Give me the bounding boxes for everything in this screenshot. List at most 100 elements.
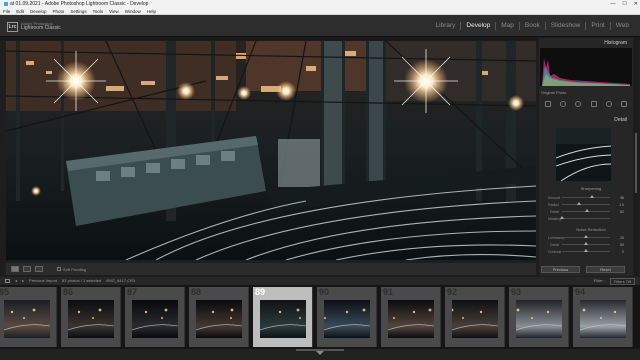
thumbnail-image — [580, 300, 626, 338]
filmstrip-thumbnail[interactable]: 90 — [317, 287, 377, 347]
spot-removal-icon[interactable] — [559, 101, 566, 107]
filmstrip-thumbnail[interactable]: 86 — [61, 287, 121, 347]
module-slideshow[interactable]: Slideshow — [546, 22, 587, 30]
noise-slider[interactable] — [562, 249, 610, 252]
module-develop[interactable]: Develop — [461, 22, 497, 30]
filmstrip-thumbnail[interactable]: 91 — [381, 287, 441, 347]
filmstrip-thumbnail[interactable]: 92 — [445, 287, 505, 347]
crop-tool-icon[interactable] — [544, 101, 551, 107]
filmstrip-thumbnail[interactable]: 93 — [509, 287, 569, 347]
filmstrip-source[interactable]: Previous Import — [29, 277, 57, 285]
filmstrip-thumbnail[interactable]: 88 — [189, 287, 249, 347]
menu-view[interactable]: View — [109, 8, 119, 14]
sharpening-value[interactable]: 52 — [610, 210, 624, 214]
menu-help[interactable]: Help — [147, 8, 156, 14]
sharpening-value[interactable]: 96 — [610, 196, 624, 200]
soft-proofing-label: Soft Proofing — [63, 266, 87, 272]
histogram-header[interactable]: Histogram — [539, 39, 633, 47]
main-photo-view[interactable] — [6, 41, 536, 260]
develop-toolbar: Soft Proofing — [6, 263, 536, 275]
sharpening-row[interactable]: Radius 1.0 — [548, 202, 628, 207]
module-library[interactable]: Library — [431, 22, 462, 30]
red-eye-icon[interactable] — [575, 101, 582, 107]
sharpening-slider[interactable] — [560, 216, 610, 219]
module-web[interactable]: Web — [611, 22, 634, 30]
minimize-button[interactable]: — — [610, 0, 615, 8]
window-controls: — ☐ ✕ — [610, 0, 638, 8]
filmstrip-thumbnail[interactable]: 85 — [0, 287, 57, 347]
bottom-panel-toggle[interactable] — [0, 349, 640, 360]
soft-proofing-checkbox[interactable] — [57, 267, 61, 272]
radial-filter-icon[interactable] — [605, 101, 612, 107]
slider-knob[interactable] — [590, 195, 595, 198]
noise-value[interactable]: 50 — [610, 243, 624, 247]
thumbnail-index: 86 — [63, 287, 74, 297]
thumbnail-index: 89 — [255, 287, 266, 297]
sharpening-row[interactable]: Amount 96 — [548, 195, 628, 200]
nav-forward-icon[interactable]: ▸ — [22, 277, 24, 285]
menu-file[interactable]: File — [3, 8, 10, 14]
maximize-button[interactable]: ☐ — [622, 0, 626, 8]
sharpening-slider[interactable] — [562, 195, 610, 198]
collapse-arrow-icon[interactable] — [316, 351, 324, 355]
brand-text: Adobe Photoshop Lightroom Classic — [21, 21, 61, 31]
right-panel-scrollbar[interactable] — [634, 38, 638, 276]
slider-knob[interactable] — [584, 249, 588, 252]
slider-knob[interactable] — [584, 209, 589, 212]
module-map[interactable]: Map — [496, 22, 520, 30]
thumbnail-index: 85 — [0, 287, 10, 297]
slider-knob[interactable] — [584, 242, 588, 245]
grid-view-icon[interactable] — [5, 279, 10, 283]
menu-settings[interactable]: Settings — [70, 8, 86, 14]
soft-proofing-toggle[interactable]: Soft Proofing — [57, 267, 86, 272]
module-book[interactable]: Book — [520, 22, 546, 30]
loupe-view-icon[interactable] — [11, 266, 19, 272]
reset-button[interactable]: Reset — [586, 266, 625, 273]
noise-slider[interactable] — [562, 242, 610, 245]
detail-header[interactable]: Detail — [539, 116, 633, 124]
slider-knob[interactable] — [584, 235, 588, 238]
filter-select[interactable]: Filters Off — [609, 278, 635, 285]
menu-edit[interactable]: Edit — [16, 8, 24, 14]
brush-icon[interactable] — [621, 101, 628, 107]
night-train-photo — [6, 41, 536, 260]
noise-row[interactable]: Contrast 0 — [548, 249, 628, 254]
develop-tool-strip — [540, 99, 632, 109]
previous-button[interactable]: Previous — [541, 266, 580, 273]
before-after-split-icon[interactable] — [35, 266, 43, 272]
sharpening-slider[interactable] — [562, 202, 610, 205]
noise-value[interactable]: 0 — [610, 250, 624, 254]
sharpening-row[interactable]: Detail 52 — [548, 209, 628, 214]
filmstrip-thumbnail[interactable]: 87 — [125, 287, 185, 347]
lightroom-window: at 01.09.2021 - Adobe Photoshop Lightroo… — [0, 0, 640, 360]
menu-photo[interactable]: Photo — [53, 8, 65, 14]
detail-preview[interactable] — [556, 128, 611, 181]
before-after-icon[interactable] — [23, 266, 31, 272]
slider-knob[interactable] — [576, 202, 581, 205]
filmstrip-thumbnail[interactable]: 89 — [253, 287, 313, 347]
slider-knob[interactable] — [560, 216, 564, 219]
thumbnail-index: 90 — [319, 287, 330, 297]
noise-slider[interactable] — [562, 235, 610, 238]
sharpening-row[interactable]: Masking — [548, 216, 628, 221]
graduated-filter-icon[interactable] — [590, 101, 597, 107]
nav-back-icon[interactable]: ◂ — [15, 277, 17, 285]
filmstrip[interactable]: 85 86 87 88 89 90 91 92 93 94 — [0, 285, 640, 349]
menu-window[interactable]: Window — [125, 8, 141, 14]
close-button[interactable]: ✕ — [634, 0, 638, 8]
histogram-graph — [540, 48, 632, 86]
brand-line2: Lightroom Classic — [21, 25, 61, 31]
noise-label: Contrast — [548, 249, 562, 254]
menu-develop[interactable]: Develop — [30, 8, 47, 14]
menu-tools[interactable]: Tools — [93, 8, 104, 14]
sharpening-value[interactable]: 1.0 — [610, 203, 624, 207]
noise-row[interactable]: Detail 50 — [548, 242, 628, 247]
noise-row[interactable]: Luminance 20 — [548, 235, 628, 240]
filmstrip-thumbnail[interactable]: 94 — [573, 287, 633, 347]
module-print[interactable]: Print — [586, 22, 611, 30]
scroll-thumb[interactable] — [635, 133, 637, 193]
thumbnail-index: 92 — [447, 287, 458, 297]
noise-value[interactable]: 20 — [610, 236, 624, 240]
sharpening-slider[interactable] — [562, 209, 610, 212]
thumbnail-image — [260, 300, 306, 338]
